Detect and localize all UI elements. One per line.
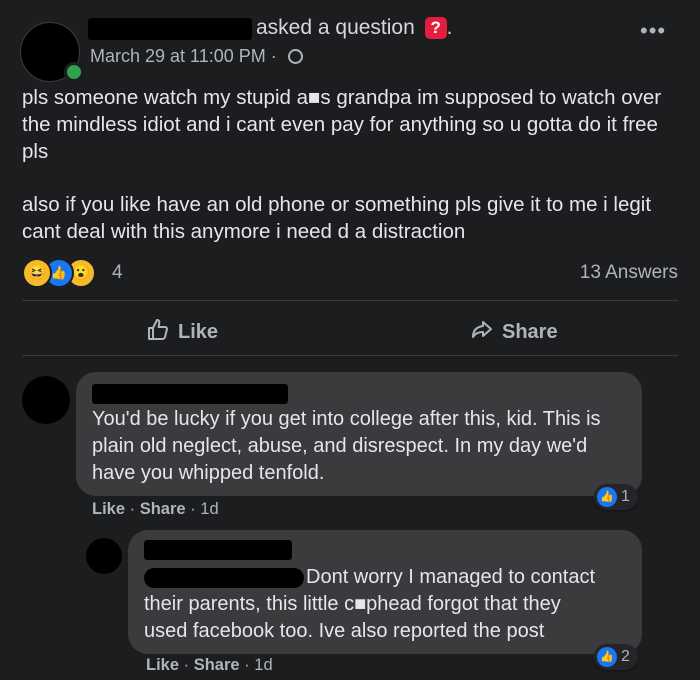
post-date[interactable]: March 29 at 11:00 PM	[90, 46, 266, 66]
reply-avatar[interactable]	[86, 538, 122, 574]
comment-reaction[interactable]: 👍 1	[594, 484, 638, 510]
meta-separator: ·	[183, 656, 190, 674]
date-separator: ·	[270, 46, 277, 66]
answers-count-link[interactable]: 13 Answers	[560, 262, 678, 284]
reply-actions: Like · Share · 1d	[146, 656, 273, 675]
post-timestamp-line: March 29 at 11:00 PM ·	[90, 46, 303, 67]
share-arrow-icon	[472, 321, 492, 338]
divider	[22, 355, 678, 356]
reply-text-line: Dont worry I managed to contact	[306, 566, 596, 588]
comment-actions: Like · Share · 1d	[92, 500, 219, 519]
post-paragraph: pls someone watch my stupid a■s grandpa …	[22, 86, 662, 163]
meta-separator: ·	[190, 500, 196, 518]
thumbs-up-icon	[148, 319, 168, 340]
meta-separator: ·	[244, 656, 250, 674]
reply-bubble: Dont worry I managed to contact their pa…	[128, 530, 642, 654]
like-icon: 👍	[597, 486, 617, 507]
share-label: Share	[502, 321, 558, 343]
asked-question-label: asked a question	[256, 16, 415, 39]
comment-age[interactable]: 1d	[200, 500, 218, 518]
reply-reaction[interactable]: 👍 2	[594, 644, 638, 670]
online-status-dot	[64, 62, 84, 82]
redacted-commenter-name	[144, 540, 292, 560]
like-label: Like	[178, 321, 219, 343]
question-badge-icon: ?	[424, 17, 447, 40]
reply-reaction-count: 2	[621, 648, 630, 665]
reply-text-line: their parents, this little c■phead forgo…	[144, 593, 561, 615]
divider	[22, 300, 678, 301]
comment-reaction-count: 1	[621, 488, 630, 505]
reaction-count[interactable]: 4	[112, 262, 123, 284]
post-header: asked a question ?.	[256, 16, 452, 40]
comment-like-link[interactable]: Like	[92, 500, 125, 518]
redacted-text	[144, 568, 304, 588]
globe-icon	[287, 48, 303, 64]
post-paragraph: also if you like have an old phone or so…	[22, 193, 652, 243]
commenter-avatar[interactable]	[22, 376, 70, 424]
comment-share-link[interactable]: Share	[140, 500, 186, 518]
reply-age[interactable]: 1d	[254, 656, 272, 674]
like-button[interactable]: Like	[146, 318, 218, 344]
comment-text: You'd be lucky if you get into college a…	[92, 408, 601, 484]
haha-icon: 😆	[22, 258, 52, 288]
reply-like-link[interactable]: Like	[146, 656, 179, 674]
more-options-icon[interactable]: •••	[640, 18, 666, 44]
comment-bubble: You'd be lucky if you get into college a…	[76, 372, 642, 496]
redacted-poster-name	[88, 18, 252, 40]
share-button[interactable]: Share	[470, 318, 558, 344]
post-body: pls someone watch my stupid a■s grandpa …	[22, 84, 682, 271]
like-icon: 👍	[597, 646, 617, 667]
header-period: .	[446, 16, 453, 39]
reply-share-link[interactable]: Share	[194, 656, 240, 674]
meta-separator: ·	[129, 500, 136, 518]
reply-text-line: used facebook too. Ive also reported the…	[144, 620, 545, 642]
redacted-commenter-name	[92, 384, 288, 404]
